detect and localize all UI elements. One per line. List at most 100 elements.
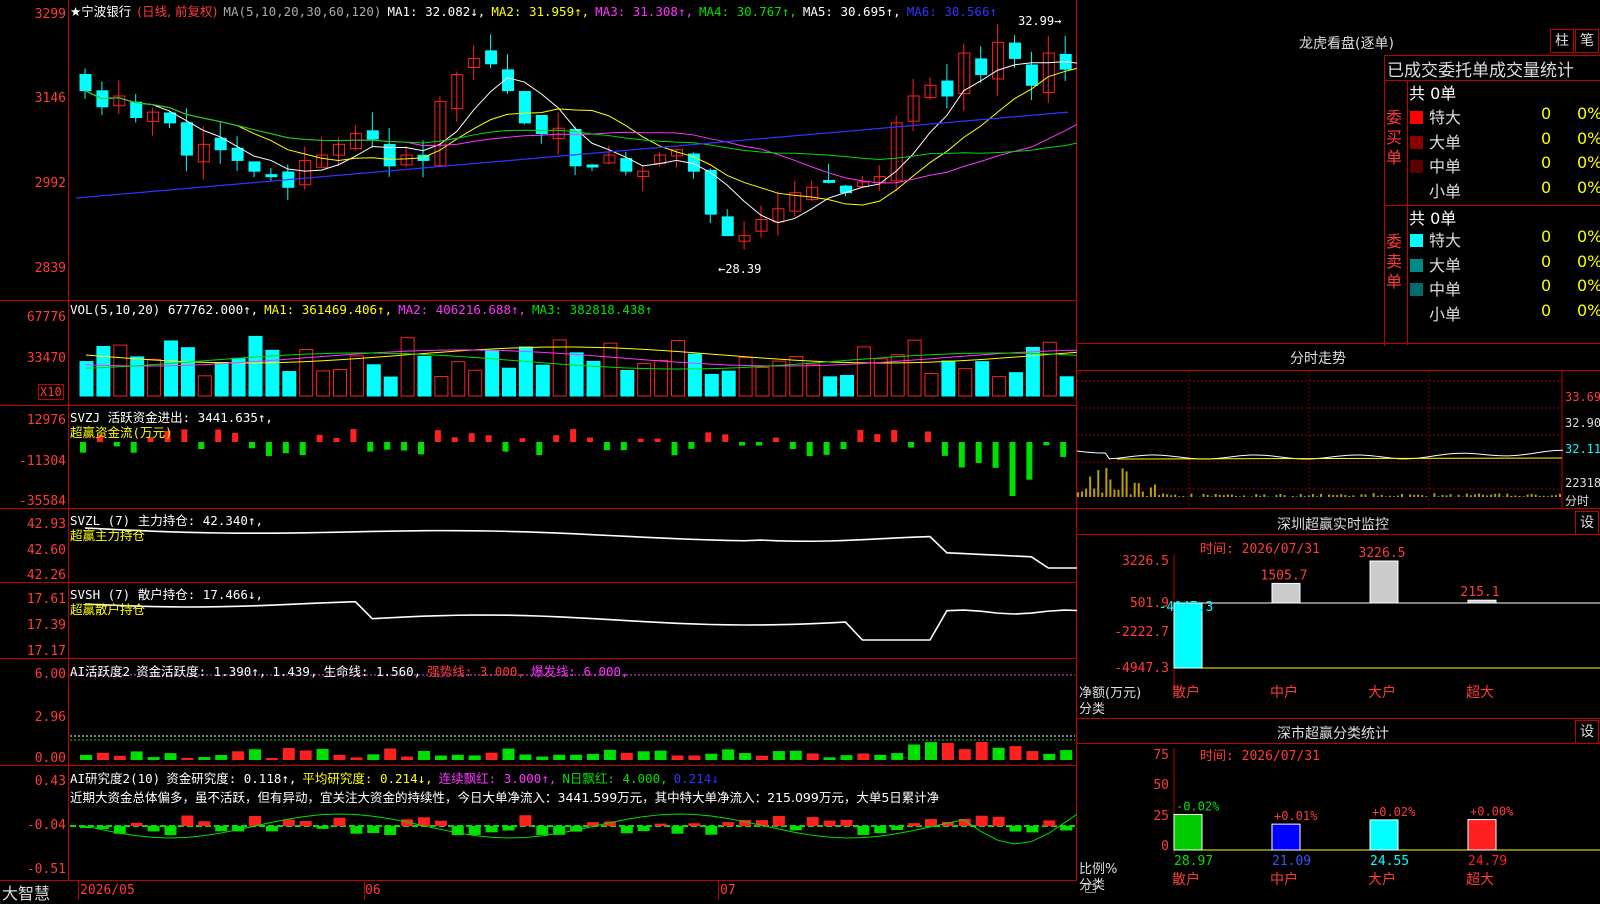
sell-order-name: 特大 [1429,231,1461,250]
fund-flow-bar [114,442,120,446]
activity-bar [1060,750,1072,760]
fund-flow-bar [857,430,863,442]
classify-settings-button[interactable]: 设 [1575,720,1599,744]
intraday-volume-bar [1154,485,1156,497]
fund-flow-bar [317,435,323,442]
price-axis-label-0: 3299 [0,7,66,22]
intraday-volume-bar [1296,496,1298,497]
fund-flow-bar [452,437,458,442]
fund-flow-bar [925,431,931,442]
volume-bar [722,371,735,396]
volume-bar [874,359,887,396]
volume-bar [384,377,397,396]
buy-order-name: 小单 [1429,182,1461,201]
sell-order-count: 0 [1541,252,1551,271]
volume-bar [503,368,516,396]
activity-bar [790,751,802,760]
candle-body [570,130,581,166]
intraday-volume-bar [1126,471,1128,497]
fund-flow-bar [722,434,728,442]
candle-body [131,102,142,117]
activity-bar [638,751,650,760]
volume-bar [181,348,194,396]
brand-label: 大智慧 [2,880,50,904]
fund-flow-bar [604,442,610,450]
ai2-e: 0.214↓ [674,771,719,786]
intraday-volume-bar [1150,487,1152,497]
intraday-volume-bar [1190,494,1192,497]
research-bar [638,826,650,831]
volume-bar [655,360,668,396]
volume-bar [621,371,634,396]
intraday-average-line [1117,458,1562,459]
volume-bar [908,340,921,396]
intraday-volume-bar [1518,496,1520,497]
activity-bar [198,757,210,760]
intraday-volume-bar [1219,495,1221,497]
intraday-volume-bar [1284,495,1286,497]
intraday-volume-bar [1255,494,1257,497]
intraday-volume-bar [1081,492,1083,497]
fund-flow-bar [469,433,475,442]
sell-order-percent: 0% [1577,276,1600,295]
volume-bar [1026,347,1039,396]
research-bar [367,826,379,833]
fund-flow-bar [874,434,880,442]
intraday-volume-bar [1227,494,1229,497]
main-chart-area[interactable]: ★宁波银行(日线, 前复权)MA(5,10,20,30,60,120)MA1: … [0,0,1077,900]
classify-category-label: 散户 [1172,871,1200,888]
fund-flow-bar [891,430,897,442]
svzl-axis-label-2: 42.26 [0,568,66,583]
candle-body [165,113,176,123]
research-bar [435,821,447,826]
volume-bar [857,347,870,396]
fund-flow-bar [435,430,441,442]
intraday-volume-bar [1215,494,1217,497]
candle-body [1026,65,1037,85]
buy-total: 共 0单 [1409,80,1456,104]
activity-bar [553,755,565,760]
activity-bar [857,753,869,760]
classify-value-label: 24.79 [1468,854,1507,869]
volume-bar [367,365,380,396]
intraday-volume-bar [1113,490,1115,497]
vol-ma2: MA2: 406216.688↑, [398,302,526,317]
fund-flow-bar [1026,442,1032,480]
intraday-volume-bar [1263,494,1265,497]
intraday-volume-bar [1506,494,1508,497]
intraday-volume-bar [1312,494,1314,497]
buy-order-color-swatch [1410,185,1423,198]
buy-order-percent: 0% [1577,153,1600,172]
research-bar [1010,826,1022,832]
research-bar [993,817,1005,826]
fund-flow-bar [790,442,796,449]
intraday-volume-bar [1425,496,1427,497]
research-bar [857,826,869,835]
stroke-view-button[interactable]: 笔 [1575,29,1599,53]
high-price-marker: 32.99→ [1018,14,1061,28]
ai1-axis-label-2: 0.00 [0,751,66,766]
ai2-b: 平均研究度: 0.214↓, [302,771,432,786]
ai1-e: 爆发线: 6.000, [531,664,629,679]
volume-bar [486,350,499,396]
fund-flow-bar [756,442,762,446]
intraday-volume-bar [1316,496,1318,497]
ma3-value: MA3: 31.308↑, [595,4,693,19]
intraday-volume-bar [1401,494,1403,497]
chart-mode[interactable]: (日线, 前复权) [137,4,217,19]
fund-flow-bar [181,429,187,442]
monitor-settings-button[interactable]: 设 [1575,511,1599,535]
volume-bar [232,358,245,396]
intraday-volume-bar [1514,495,1516,497]
ai2-axis-label-2: -0.51 [0,862,66,877]
main-position-line [85,528,1077,568]
column-view-button[interactable]: 柱 [1550,29,1574,53]
intraday-axis-label-2: 32.11 [1565,442,1600,456]
buy-order-percent: 0% [1577,178,1600,197]
volume-bar [993,377,1006,396]
stock-name[interactable]: ★宁波银行 [70,4,131,19]
svsh-subtitle: 超赢散户持仓 [70,599,145,618]
intraday-volume-bar [1085,489,1087,497]
intraday-volume-bar [1166,494,1168,497]
intraday-volume-bar [1458,495,1460,497]
